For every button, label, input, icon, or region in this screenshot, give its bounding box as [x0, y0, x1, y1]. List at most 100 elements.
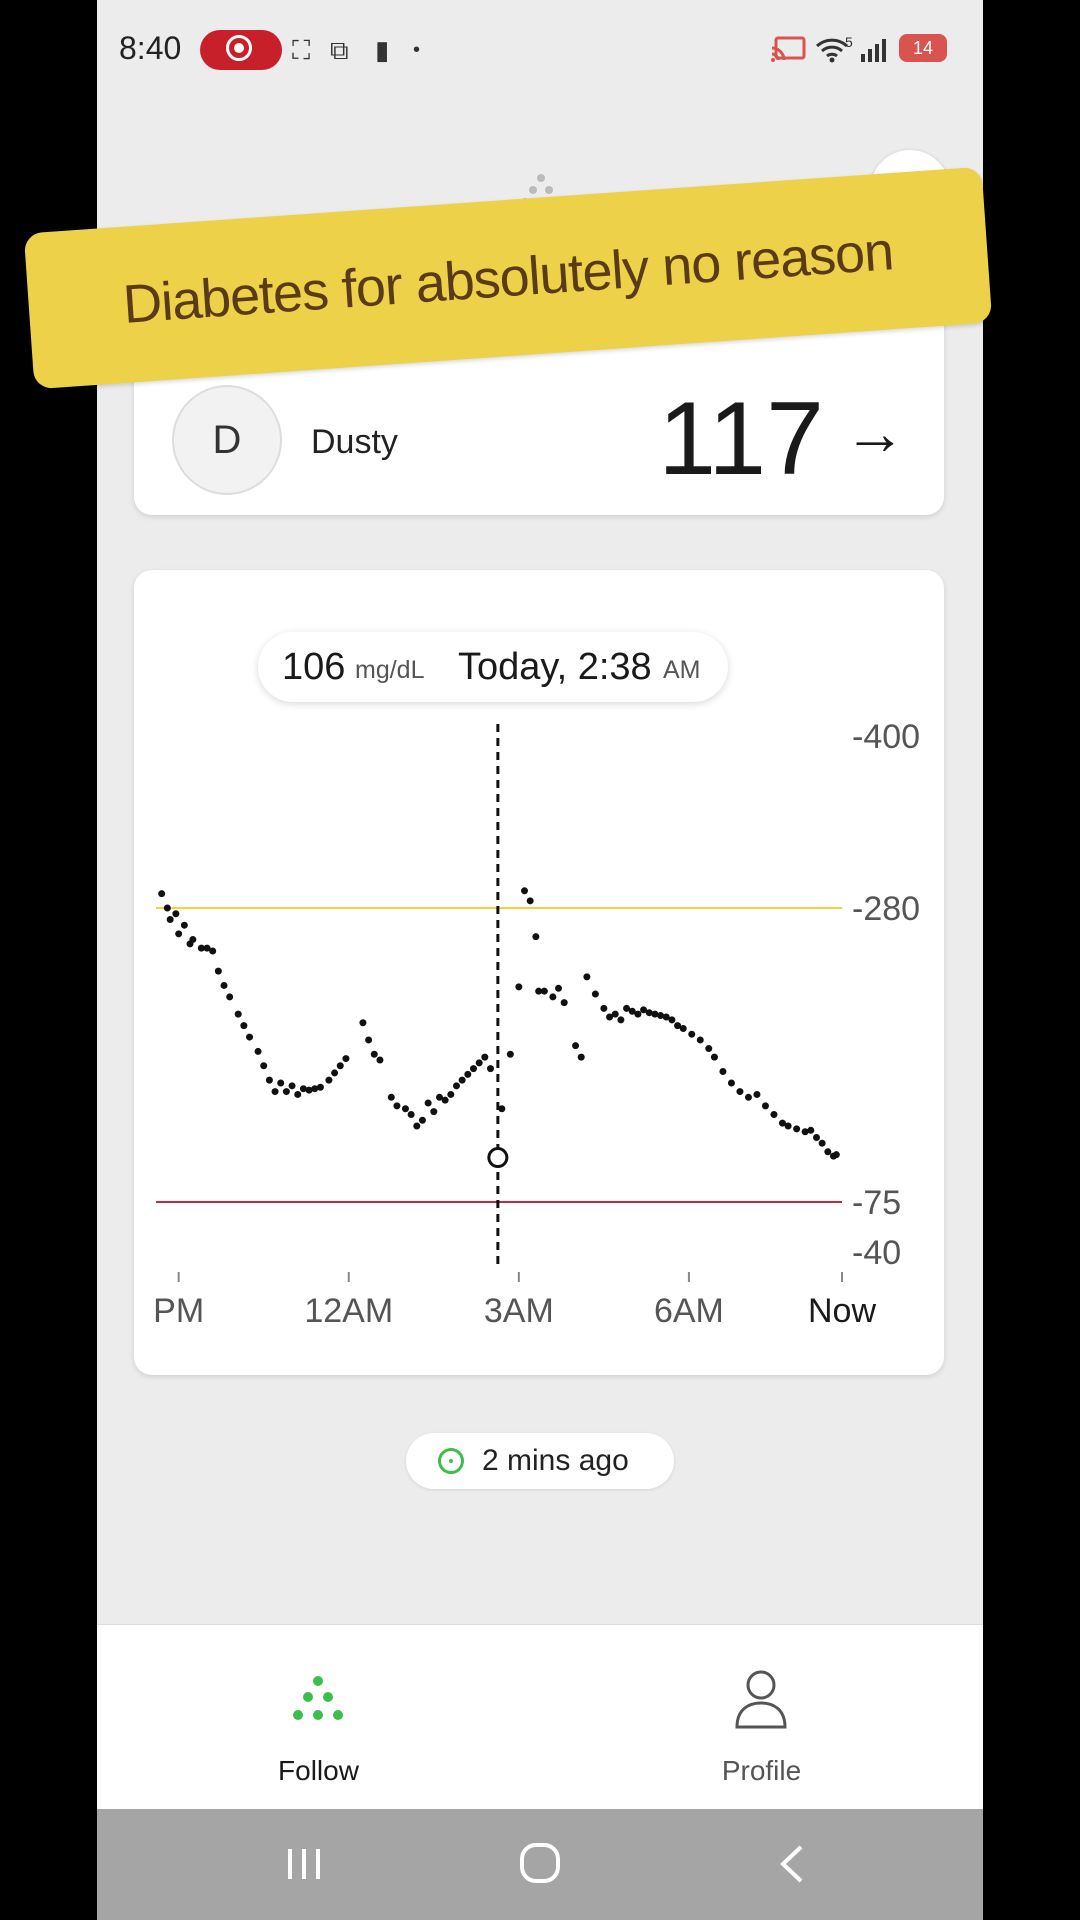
glucose-point [424, 1099, 432, 1107]
glucose-point [668, 1016, 676, 1024]
recent-apps-button[interactable] [274, 1839, 334, 1889]
glucose-point [226, 993, 234, 1001]
glucose-point [469, 1065, 477, 1073]
network-type: 5 [845, 34, 853, 50]
glucose-point [447, 1090, 455, 1098]
tooltip-ampm: AM [663, 656, 701, 684]
glucose-point [407, 1111, 415, 1119]
glucose-point [744, 1093, 752, 1101]
alert-icon: ▮ [375, 35, 390, 65]
glucose-point [688, 1030, 696, 1038]
status-bar: 8:40 ⛶ ⧉ ▮ • 5 14 [97, 0, 983, 100]
glucose-point [577, 1053, 585, 1061]
tooltip-unit: mg/dL [355, 656, 425, 684]
x-tick-label: PM [153, 1292, 204, 1330]
glucose-point [387, 1093, 395, 1101]
glucose-point [464, 1070, 472, 1078]
x-tick-label: 6AM [654, 1292, 724, 1330]
glucose-point [818, 1139, 826, 1147]
glucose-point [365, 1036, 373, 1044]
glucose-point [793, 1125, 801, 1133]
nav-profile[interactable]: Profile [540, 1625, 983, 1810]
glucose-point [824, 1148, 832, 1156]
glucose-point [583, 973, 591, 981]
glucose-point [611, 1010, 619, 1018]
glucose-point [696, 1036, 704, 1044]
follow-icon [293, 1676, 343, 1720]
glucose-point [265, 1076, 273, 1084]
glucose-point [807, 1126, 815, 1134]
glucose-point [549, 993, 557, 1001]
patient-name: Dusty [311, 423, 398, 461]
glucose-chart-card[interactable]: 106 mg/dL Today, 2:38 AM -400 -280 -75 -40 P… [134, 570, 944, 1375]
trend-arrow-icon: → [844, 399, 906, 468]
reading-tooltip: 106 mg/dL Today, 2:38 AM [258, 632, 728, 702]
back-button[interactable] [763, 1839, 823, 1889]
glucose-point [727, 1079, 735, 1087]
tooltip-time: Today, 2:38 [458, 646, 652, 688]
home-button[interactable] [510, 1839, 570, 1889]
screenshot-icon: ⛶ [292, 35, 311, 65]
glucose-point [452, 1082, 460, 1090]
glucose-point [475, 1059, 483, 1067]
nav-profile-label: Profile [721, 1755, 802, 1786]
glucose-point [336, 1062, 344, 1070]
glucose-point [401, 1105, 409, 1113]
glucose-point [376, 1056, 384, 1064]
glucose-point [736, 1088, 744, 1096]
last-updated-text: 2 mins ago [482, 1444, 629, 1477]
last-updated-pill: 2 mins ago [406, 1433, 674, 1489]
glucose-point [209, 947, 217, 955]
glucose-point [325, 1076, 333, 1084]
glucose-point [515, 983, 523, 991]
glucose-point [342, 1055, 350, 1063]
glucose-point [634, 1010, 642, 1018]
glucose-point [526, 897, 534, 905]
glucose-point [761, 1102, 769, 1110]
glucose-point [719, 1067, 727, 1075]
nav-follow[interactable]: Follow [97, 1625, 540, 1810]
glucose-point [486, 1065, 494, 1073]
glucose-point [254, 1047, 262, 1055]
nav-follow-label: Follow [278, 1755, 359, 1786]
glucose-point [812, 1133, 820, 1141]
glucose-point [163, 904, 171, 912]
glucose-point [617, 1016, 625, 1024]
glucose-point [430, 1108, 438, 1116]
glucose-point [172, 910, 180, 918]
glucose-point [521, 887, 529, 895]
glucose-point [591, 990, 599, 998]
glucose-point [679, 1024, 687, 1032]
glucose-point [441, 1096, 449, 1104]
glucose-point [240, 1022, 248, 1030]
screen-record-indicator[interactable] [200, 30, 282, 70]
glucose-point [316, 1083, 324, 1091]
glucose-point [234, 1010, 242, 1018]
y-tick-label: -280 [852, 890, 920, 928]
tooltip-pointer [487, 710, 508, 722]
glucose-point [393, 1102, 401, 1110]
glucose-point [832, 1151, 840, 1159]
x-tick-label: 3AM [484, 1292, 554, 1330]
battery-indicator: 14 [899, 34, 947, 62]
y-tick-label: -40 [852, 1234, 901, 1272]
glucose-point [555, 984, 563, 992]
bottom-navigation: Follow Profile [97, 1624, 983, 1810]
glucose-point [498, 1105, 506, 1113]
glucose-point [166, 915, 174, 923]
glucose-point [458, 1076, 466, 1084]
glucose-point [359, 1019, 367, 1027]
glucose-point [189, 936, 197, 944]
x-tick-label: Now [808, 1292, 876, 1330]
more-dot-icon: • [413, 39, 421, 61]
profile-icon [735, 1670, 787, 1729]
avatar: D [172, 385, 282, 495]
glucose-point [784, 1122, 792, 1130]
glucose-point [282, 1088, 290, 1096]
glucose-point [710, 1053, 718, 1061]
glucose-point [277, 1079, 285, 1087]
glucose-point [770, 1111, 778, 1119]
current-glucose-value: 117 [658, 381, 824, 497]
glucose-point [175, 930, 183, 938]
x-tick-label: 12AM [304, 1292, 393, 1330]
